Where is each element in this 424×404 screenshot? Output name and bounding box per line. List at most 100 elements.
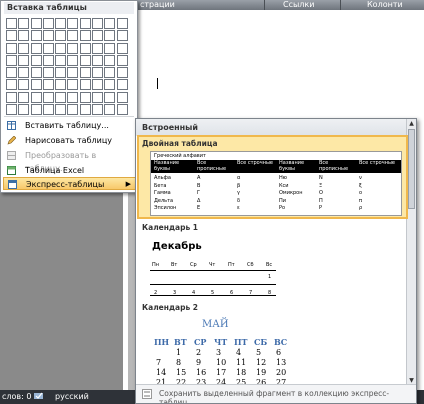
grid-cell[interactable] bbox=[55, 18, 67, 29]
grid-cell[interactable] bbox=[18, 79, 30, 91]
grid-cell[interactable] bbox=[67, 67, 79, 79]
grid-cell[interactable] bbox=[79, 18, 91, 29]
grid-cell[interactable] bbox=[116, 104, 128, 116]
grid-cell[interactable] bbox=[79, 42, 91, 54]
grid-cell[interactable] bbox=[55, 42, 67, 54]
grid-cell[interactable] bbox=[92, 18, 104, 29]
grid-cell[interactable] bbox=[30, 54, 42, 66]
grid-cell[interactable] bbox=[55, 54, 67, 66]
grid-cell[interactable] bbox=[55, 30, 67, 42]
grid-cell[interactable] bbox=[42, 91, 54, 103]
grid-cell[interactable] bbox=[116, 54, 128, 66]
grid-cell[interactable] bbox=[30, 42, 42, 54]
grid-cell[interactable] bbox=[79, 30, 91, 42]
menu-item-label: Нарисовать таблицу bbox=[25, 136, 113, 145]
scroll-down-icon[interactable]: ▼ bbox=[408, 377, 415, 384]
grid-cell[interactable] bbox=[18, 104, 30, 116]
tab-headers[interactable]: Колонти bbox=[367, 0, 403, 10]
grid-cell[interactable] bbox=[6, 30, 17, 42]
tab-mailings[interactable]: страции bbox=[140, 0, 175, 10]
grid-cell[interactable] bbox=[18, 42, 30, 54]
grid-cell[interactable] bbox=[42, 79, 54, 91]
proofing-icon[interactable] bbox=[33, 391, 45, 403]
table-size-grid[interactable] bbox=[6, 18, 128, 116]
grid-cell[interactable] bbox=[6, 104, 17, 116]
grid-cell[interactable] bbox=[42, 54, 54, 66]
scroll-thumb[interactable] bbox=[408, 129, 415, 209]
grid-cell[interactable] bbox=[79, 67, 91, 79]
language-indicator[interactable]: русский bbox=[55, 392, 89, 401]
word-count[interactable]: слов: 0 bbox=[2, 392, 31, 401]
excel-table-menu-item[interactable]: Таблица Excel bbox=[3, 164, 137, 177]
grid-cell[interactable] bbox=[30, 104, 42, 116]
grid-cell[interactable] bbox=[92, 54, 104, 66]
grid-cell[interactable] bbox=[104, 104, 116, 116]
double-table-item[interactable]: Двойная таблица Греческий алфавит Назван… bbox=[137, 135, 408, 219]
grid-cell[interactable] bbox=[104, 79, 116, 91]
grid-cell[interactable] bbox=[30, 79, 42, 91]
grid-cell[interactable] bbox=[18, 54, 30, 66]
grid-cell[interactable] bbox=[116, 91, 128, 103]
grid-cell[interactable] bbox=[79, 104, 91, 116]
grid-cell[interactable] bbox=[92, 79, 104, 91]
grid-cell[interactable] bbox=[79, 79, 91, 91]
save-to-gallery-button[interactable]: Сохранить выделенный фрагмент в коллекци… bbox=[136, 384, 416, 403]
grid-cell[interactable] bbox=[6, 18, 17, 29]
grid-cell[interactable] bbox=[67, 104, 79, 116]
grid-cell[interactable] bbox=[55, 67, 67, 79]
grid-cell[interactable] bbox=[79, 91, 91, 103]
scroll-up-icon[interactable]: ▲ bbox=[408, 120, 415, 127]
grid-cell[interactable] bbox=[30, 67, 42, 79]
grid-cell[interactable] bbox=[104, 67, 116, 79]
grid-cell[interactable] bbox=[42, 67, 54, 79]
grid-cell[interactable] bbox=[92, 91, 104, 103]
grid-cell[interactable] bbox=[116, 79, 128, 91]
grid-cell[interactable] bbox=[42, 30, 54, 42]
grid-cell[interactable] bbox=[67, 54, 79, 66]
grid-cell[interactable] bbox=[67, 79, 79, 91]
grid-cell[interactable] bbox=[92, 67, 104, 79]
grid-cell[interactable] bbox=[30, 18, 42, 29]
grid-cell[interactable] bbox=[116, 30, 128, 42]
grid-cell[interactable] bbox=[6, 67, 17, 79]
grid-cell[interactable] bbox=[55, 79, 67, 91]
table-cell: ν bbox=[359, 175, 362, 181]
grid-cell[interactable] bbox=[104, 54, 116, 66]
grid-cell[interactable] bbox=[30, 91, 42, 103]
grid-cell[interactable] bbox=[92, 30, 104, 42]
grid-cell[interactable] bbox=[30, 30, 42, 42]
grid-cell[interactable] bbox=[6, 91, 17, 103]
date-cell: 3 bbox=[216, 348, 222, 357]
grid-cell[interactable] bbox=[6, 42, 17, 54]
grid-cell[interactable] bbox=[104, 91, 116, 103]
draw-table-menu-item[interactable]: Нарисовать таблицу bbox=[3, 134, 137, 147]
grid-cell[interactable] bbox=[104, 42, 116, 54]
grid-cell[interactable] bbox=[18, 18, 30, 29]
grid-cell[interactable] bbox=[92, 104, 104, 116]
grid-cell[interactable] bbox=[42, 42, 54, 54]
convert-to-table-menu-item[interactable]: Преобразовать в таблицу... bbox=[3, 149, 137, 173]
grid-cell[interactable] bbox=[116, 18, 128, 29]
grid-cell[interactable] bbox=[42, 18, 54, 29]
grid-cell[interactable] bbox=[42, 104, 54, 116]
grid-cell[interactable] bbox=[18, 67, 30, 79]
grid-cell[interactable] bbox=[67, 30, 79, 42]
grid-cell[interactable] bbox=[55, 91, 67, 103]
grid-cell[interactable] bbox=[104, 18, 116, 29]
quick-tables-menu-item[interactable]: Экспресс-таблицы ▶ bbox=[3, 177, 137, 190]
grid-cell[interactable] bbox=[116, 42, 128, 54]
grid-cell[interactable] bbox=[55, 104, 67, 116]
grid-cell[interactable] bbox=[67, 91, 79, 103]
grid-cell[interactable] bbox=[67, 18, 79, 29]
grid-cell[interactable] bbox=[92, 42, 104, 54]
grid-cell[interactable] bbox=[6, 54, 17, 66]
tab-references[interactable]: Ссылки bbox=[283, 0, 314, 10]
grid-cell[interactable] bbox=[6, 79, 17, 91]
grid-cell[interactable] bbox=[18, 91, 30, 103]
grid-cell[interactable] bbox=[79, 54, 91, 66]
grid-cell[interactable] bbox=[18, 30, 30, 42]
grid-cell[interactable] bbox=[67, 42, 79, 54]
grid-cell[interactable] bbox=[116, 67, 128, 79]
grid-cell[interactable] bbox=[104, 30, 116, 42]
insert-table-menu-item[interactable]: Вставить таблицу... bbox=[3, 119, 137, 132]
